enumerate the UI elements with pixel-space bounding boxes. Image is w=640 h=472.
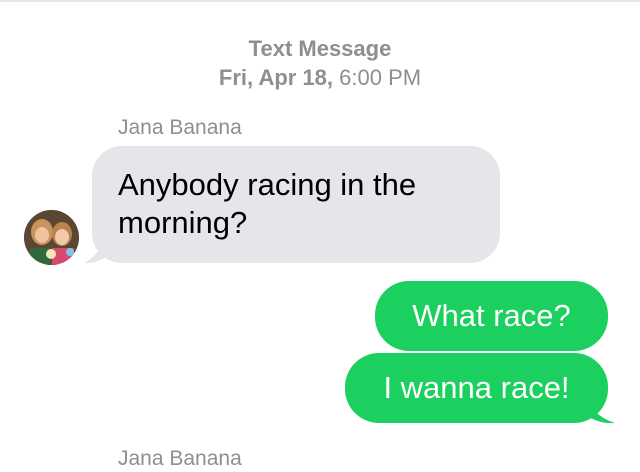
outgoing-message-text: I wanna race! xyxy=(383,370,570,405)
contact-photo-icon xyxy=(24,210,79,265)
timestamp-time: 6:00 PM xyxy=(333,65,422,90)
incoming-message-text: Anybody racing in the morning? xyxy=(118,167,417,240)
next-sender-name: Jana Banana xyxy=(118,447,242,470)
incoming-message-bubble[interactable]: Anybody racing in the morning? xyxy=(92,146,500,263)
top-divider xyxy=(0,0,640,2)
timestamp-date: Fri, Apr 18, xyxy=(218,65,334,90)
conversation-header: Text Message Fri, Apr 18, 6:00 PM xyxy=(0,36,640,92)
outgoing-message-bubble[interactable]: What race? xyxy=(375,281,608,351)
outgoing-message-bubble[interactable]: I wanna race! xyxy=(345,353,608,423)
sender-name: Jana Banana xyxy=(118,116,242,139)
timestamp: Fri, Apr 18, 6:00 PM xyxy=(0,64,640,92)
message-type-label: Text Message xyxy=(248,36,392,61)
incoming-bubble-tail xyxy=(84,233,108,264)
sender-avatar[interactable] xyxy=(24,210,79,265)
outgoing-bubble-tail xyxy=(583,393,615,424)
outgoing-message-text: What race? xyxy=(412,298,571,333)
